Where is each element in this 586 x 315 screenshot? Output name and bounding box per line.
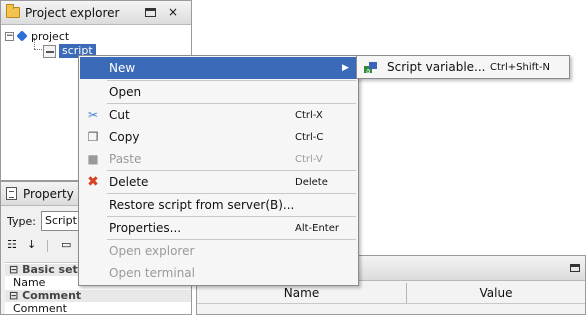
category-comment-label: Comment xyxy=(22,289,82,302)
category-toggle-icon[interactable]: ⊟ xyxy=(9,289,18,302)
menu-item-cut-label: Cut xyxy=(109,108,130,122)
menu-item-script-variable[interactable]: Script variable... xyxy=(387,60,485,74)
menu-item-new[interactable]: New ▶ xyxy=(80,57,357,79)
type-label: Type: xyxy=(7,215,36,228)
menu-item-restore-script[interactable]: Restore script from server(B)... xyxy=(80,194,357,216)
column-header-value[interactable]: Value xyxy=(407,283,585,303)
menu-item-restore-label: Restore script from server(B)... xyxy=(109,198,295,212)
categorized-view-icon[interactable]: ☷ xyxy=(7,238,21,252)
project-explorer-header: Project explorer × xyxy=(1,1,191,25)
context-menu: New ▶ Open ✂ Cut Ctrl-X ❐ Copy Ctrl-C ■ … xyxy=(78,55,359,286)
project-icon xyxy=(16,30,28,42)
category-comment[interactable]: ⊟ Comment xyxy=(5,290,191,302)
menu-item-copy-label: Copy xyxy=(109,130,140,144)
menu-item-paste[interactable]: ■ Paste Ctrl-V xyxy=(80,148,357,170)
menu-item-delete[interactable]: ✖ Delete Delete xyxy=(80,171,357,193)
menu-item-paste-shortcut: Ctrl-V xyxy=(295,153,323,165)
menu-item-properties-label: Properties... xyxy=(109,221,182,235)
tree-item-project-label: project xyxy=(31,29,70,43)
menu-item-open-explorer-label: Open explorer xyxy=(109,244,195,258)
menu-item-cut-shortcut: Ctrl-X xyxy=(295,109,323,121)
property-title: Property xyxy=(23,186,74,201)
maximize-icon xyxy=(145,8,156,17)
menu-item-new-label: New xyxy=(109,61,136,75)
column-header-name[interactable]: Name xyxy=(197,283,407,303)
script-file-icon xyxy=(43,44,56,58)
close-button[interactable]: × xyxy=(168,6,178,18)
toolbar-divider xyxy=(47,240,48,252)
maximize-button[interactable] xyxy=(145,8,156,17)
script-variable-icon: a xyxy=(363,60,379,75)
property-sheet-icon xyxy=(6,187,17,200)
copy-icon: ❐ xyxy=(87,130,99,144)
menu-item-properties-shortcut: Alt-Enter xyxy=(295,222,339,234)
menu-item-paste-label: Paste xyxy=(109,152,142,166)
folder-icon xyxy=(6,4,20,18)
header-divider xyxy=(197,303,585,304)
menu-item-open-terminal[interactable]: Open terminal xyxy=(80,262,357,284)
submenu-arrow-icon: ▶ xyxy=(342,63,349,73)
menu-item-open-explorer[interactable]: Open explorer xyxy=(80,240,357,262)
menu-item-cut[interactable]: ✂ Cut Ctrl-X xyxy=(80,104,357,126)
paste-icon: ■ xyxy=(87,152,99,166)
tree-item-project[interactable]: − project xyxy=(5,28,69,44)
menu-item-script-variable-shortcut: Ctrl+Shift-N xyxy=(490,62,550,73)
menu-item-open-terminal-label: Open terminal xyxy=(109,266,195,280)
project-explorer-title: Project explorer xyxy=(25,5,120,20)
grid-row-comment[interactable]: Comment xyxy=(5,303,191,315)
category-toggle-icon[interactable]: ⊟ xyxy=(9,263,18,276)
sort-alphabetical-icon[interactable]: ↓ xyxy=(27,238,41,252)
menu-item-open[interactable]: Open xyxy=(80,81,357,103)
tree-line xyxy=(34,38,35,49)
menu-item-open-label: Open xyxy=(109,85,142,99)
description-toggle-icon[interactable]: ▭ xyxy=(61,238,75,252)
maximize-icon[interactable] xyxy=(570,264,580,272)
menu-item-delete-shortcut: Delete xyxy=(295,176,328,188)
new-submenu: a Script variable... Ctrl+Shift-N xyxy=(356,55,570,79)
tree-line xyxy=(34,49,42,50)
menu-item-copy-shortcut: Ctrl-C xyxy=(295,131,324,143)
collapse-icon[interactable]: − xyxy=(5,31,14,41)
scissors-icon: ✂ xyxy=(87,108,99,122)
menu-item-copy[interactable]: ❐ Copy Ctrl-C xyxy=(80,126,357,148)
menu-item-delete-label: Delete xyxy=(109,175,149,189)
menu-item-properties[interactable]: Properties... Alt-Enter xyxy=(80,217,357,239)
svg-text:a: a xyxy=(366,67,370,74)
delete-icon: ✖ xyxy=(87,174,99,190)
